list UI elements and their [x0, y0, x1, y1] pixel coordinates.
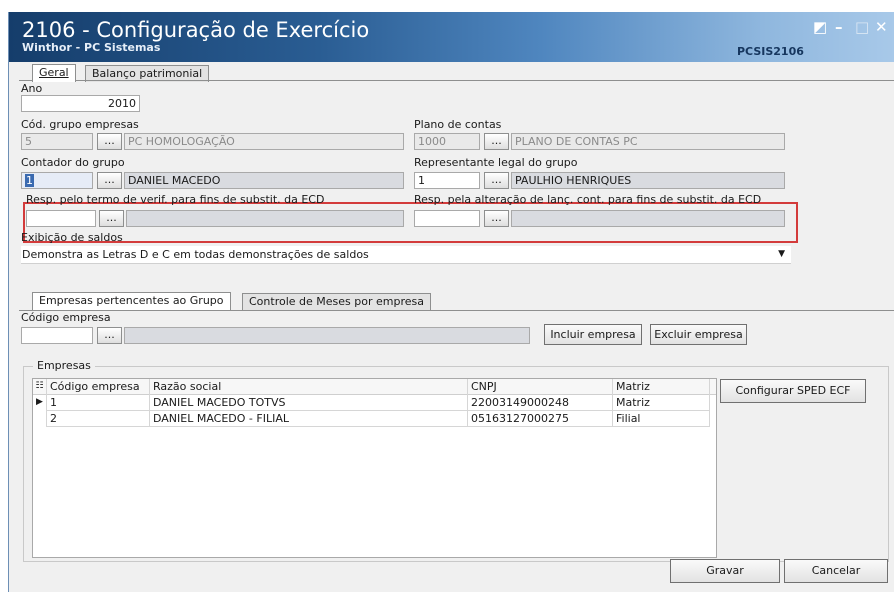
empresas-grid[interactable]: ☷ Código empresa Razão social CNPJ Matri…	[32, 378, 717, 558]
cell-codigo[interactable]: 1	[47, 395, 150, 411]
empresa-code-field[interactable]	[21, 327, 93, 344]
cancelar-label: Cancelar	[811, 564, 861, 577]
cell-razao[interactable]: DANIEL MACEDO TOTVS	[150, 395, 468, 411]
grid-header: ☷ Código empresa Razão social CNPJ Matri…	[33, 379, 716, 395]
table-row[interactable]: 2 DANIEL MACEDO - FILIAL 05163127000275 …	[33, 411, 716, 427]
representante-label: Representante legal do grupo	[414, 156, 578, 169]
empresa-lookup-button[interactable]: ...	[97, 327, 122, 344]
subtab-divider	[19, 310, 894, 311]
plano-label: Plano de contas	[414, 118, 502, 131]
incluir-empresa-button[interactable]: Incluir empresa	[544, 324, 642, 345]
col-matriz[interactable]: Matriz	[613, 379, 710, 395]
row-pointer-icon: ▶	[33, 395, 47, 411]
title-bar: 2106 - Configuração de Exercício Winthor…	[9, 12, 894, 62]
table-row[interactable]: ▶ 1 DANIEL MACEDO TOTVS 22003149000248 M…	[33, 395, 716, 411]
representante-code-field[interactable]: 1	[414, 172, 480, 189]
chevron-down-icon[interactable]: ▼	[778, 246, 785, 263]
minimize-icon[interactable]: –	[835, 18, 843, 36]
resp-alteracao-name-field	[511, 210, 785, 227]
resp-termo-name-field	[126, 210, 404, 227]
cell-codigo[interactable]: 2	[47, 411, 150, 427]
ano-label: Ano	[21, 82, 43, 95]
grupo-label: Cód. grupo empresas	[21, 118, 139, 131]
cell-razao[interactable]: DANIEL MACEDO - FILIAL	[150, 411, 468, 427]
window-subtitle: Winthor - PC Sistemas	[22, 41, 161, 54]
contador-name-field: DANIEL MACEDO	[124, 172, 404, 189]
cell-cnpj[interactable]: 22003149000248	[468, 395, 613, 411]
gravar-label: Gravar	[706, 564, 744, 577]
main-window: 2106 - Configuração de Exercício Winthor…	[8, 12, 894, 592]
empresa-name-field	[124, 327, 530, 344]
resp-alteracao-lookup-button[interactable]: ...	[484, 210, 509, 227]
cancelar-button[interactable]: Cancelar	[784, 559, 888, 583]
exibicao-value: Demonstra as Letras D e C em todas demon…	[22, 248, 369, 261]
empresas-group-label: Empresas	[33, 359, 95, 372]
cell-matriz[interactable]: Matriz	[613, 395, 710, 411]
contador-code-value: 1	[25, 174, 34, 187]
resp-alteracao-label: Resp. pela alteração de lanç. cont. para…	[414, 193, 762, 206]
contador-code-field[interactable]: 1	[21, 172, 93, 189]
gravar-button[interactable]: Gravar	[670, 559, 780, 583]
excluir-empresa-button[interactable]: Excluir empresa	[650, 324, 747, 345]
row-indicator	[33, 411, 47, 427]
tab-controle-meses-label: Controle de Meses por empresa	[249, 295, 424, 308]
representante-lookup-button[interactable]: ...	[484, 172, 509, 189]
tab-balanco-label: Balanço patrimonial	[92, 67, 203, 80]
plano-code-field[interactable]: 1000	[414, 133, 480, 150]
tab-geral[interactable]: Geral	[32, 64, 76, 82]
contador-label: Contador do grupo	[21, 156, 125, 169]
cell-matriz[interactable]: Filial	[613, 411, 710, 427]
grupo-code-field[interactable]: 5	[21, 133, 93, 150]
ano-field[interactable]: 2010	[21, 95, 140, 112]
empresa-label: Código empresa	[21, 311, 111, 324]
configurar-sped-button[interactable]: Configurar SPED ECF	[720, 379, 866, 403]
exibicao-select[interactable]: Demonstra as Letras D e C em todas demon…	[21, 246, 791, 264]
column-chooser-icon[interactable]: ☷	[33, 379, 47, 395]
restore-icon[interactable]: ◩	[813, 18, 827, 36]
plano-lookup-button[interactable]: ...	[484, 133, 509, 150]
plano-name-field: PLANO DE CONTAS PC	[511, 133, 785, 150]
contador-lookup-button[interactable]: ...	[97, 172, 122, 189]
cell-cnpj[interactable]: 05163127000275	[468, 411, 613, 427]
maximize-icon[interactable]: □	[855, 18, 869, 36]
col-cnpj[interactable]: CNPJ	[468, 379, 613, 395]
tab-empresas-grupo-label: Empresas pertencentes ao Grupo	[39, 294, 224, 307]
resp-alteracao-code-field[interactable]	[414, 210, 480, 227]
tab-empresas-grupo[interactable]: Empresas pertencentes ao Grupo	[32, 292, 231, 310]
col-razao[interactable]: Razão social	[150, 379, 468, 395]
grupo-name-field: PC HOMOLOGAÇÃO	[124, 133, 404, 150]
tab-geral-label: Geral	[39, 66, 69, 79]
grupo-lookup-button[interactable]: ...	[97, 133, 122, 150]
resp-termo-code-field[interactable]	[26, 210, 96, 227]
program-code: PCSIS2106	[737, 45, 804, 58]
tab-controle-meses[interactable]: Controle de Meses por empresa	[242, 293, 431, 310]
exibicao-label: Exibição de saldos	[21, 231, 123, 244]
window-title: 2106 - Configuração de Exercício	[22, 18, 370, 42]
close-icon[interactable]: ✕	[875, 18, 888, 36]
col-codigo[interactable]: Código empresa	[47, 379, 150, 395]
resp-termo-label: Resp. pelo termo de verif. para fins de …	[26, 193, 325, 206]
representante-name-field: PAULHIO HENRIQUES	[511, 172, 785, 189]
resp-termo-lookup-button[interactable]: ...	[99, 210, 124, 227]
